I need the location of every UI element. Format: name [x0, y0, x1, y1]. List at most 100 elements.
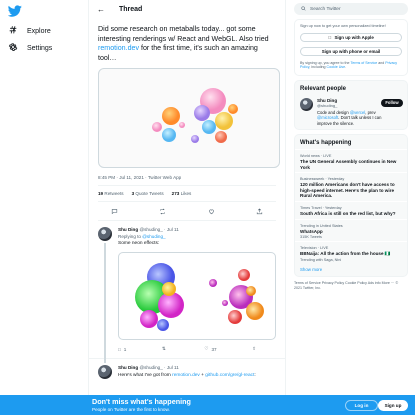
- reply-tweet[interactable]: Shu Ding @shuding_ · Jul 11 Here's what …: [89, 359, 285, 380]
- reply-link[interactable]: github.com/gre/gl-react: [205, 373, 254, 378]
- terms-part: , including: [309, 65, 327, 70]
- main-column: ← Thread Did some research on metaballs …: [88, 0, 286, 395]
- quotes-label: Quote Tweets: [135, 191, 164, 197]
- login-button[interactable]: Log in: [345, 400, 378, 411]
- separator-dot: ·: [164, 227, 166, 233]
- likes-stat[interactable]: 273 Likes: [172, 191, 192, 196]
- likes-count: 273: [171, 191, 180, 197]
- relevant-people-title: Relevant people: [300, 85, 347, 92]
- retweet-icon[interactable]: [159, 202, 166, 220]
- reply-count: 1: [123, 346, 127, 352]
- share-icon[interactable]: [256, 202, 263, 220]
- trend-item[interactable]: Times Travel · Yesterday South Africa is…: [295, 201, 407, 219]
- reply-icon[interactable]: [111, 202, 118, 220]
- reply-tweet[interactable]: Shu Ding @shuding_ · Jul 11 Replying to …: [89, 221, 285, 364]
- reply-date[interactable]: Jul 11: [167, 365, 179, 370]
- reply-author-handle[interactable]: @shuding_: [139, 227, 162, 232]
- heart-icon[interactable]: [208, 202, 215, 220]
- relevant-people-card: Relevant people Shu Ding @shuding_ Code …: [294, 79, 408, 131]
- reply-header: Shu Ding @shuding_ · Jul 11: [118, 227, 276, 232]
- retweet-button[interactable]: ⇅: [162, 346, 169, 352]
- trend-meta: Businessweek · Yesterday: [300, 177, 345, 182]
- separator-dot: ·: [164, 365, 166, 371]
- tweet-text-part: Did some research on metaballs today... …: [98, 25, 269, 43]
- login-prompt-bar: Don't miss what's happening People on Tw…: [0, 395, 415, 415]
- tweet-media-metaballs[interactable]: [98, 68, 280, 169]
- retweets-stat[interactable]: 19 Retweets: [98, 191, 124, 196]
- quotes-stat[interactable]: 3 Quote Tweets: [132, 191, 164, 196]
- signup-prompt: Sign up now to get your own personalized…: [300, 24, 386, 28]
- trend-meta: World news · LIVE: [300, 154, 332, 159]
- retweets-count: 19: [98, 191, 104, 197]
- neon-image-right: [197, 253, 275, 339]
- reply-author-handle[interactable]: @shuding_: [139, 365, 162, 370]
- search-input[interactable]: Search Twitter: [310, 7, 341, 12]
- bio-part: Code and design: [317, 109, 350, 115]
- trend-item[interactable]: Businessweek · Yesterday 120 million Ame…: [295, 172, 407, 201]
- reply-author-name[interactable]: Shu Ding: [118, 227, 138, 232]
- trend-meta: Times Travel · Yesterday: [300, 206, 342, 210]
- replying-to-handle[interactable]: @shuding_: [142, 234, 165, 239]
- cookie-link[interactable]: Cookie Use: [327, 65, 346, 69]
- signup-card: Sign up now to get your own personalized…: [294, 19, 408, 76]
- bio-link[interactable]: @vercel: [350, 110, 365, 115]
- replying-to-prefix: Replying to: [118, 234, 143, 240]
- trend-related: Trending with Saga, Nini: [300, 257, 342, 262]
- trend-item[interactable]: Trending in United States WhatsApp 315K …: [295, 218, 407, 242]
- avatar[interactable]: [98, 227, 112, 242]
- bio-part: , prev: [365, 109, 376, 115]
- whats-happening-title: What's happening: [300, 140, 352, 147]
- tweet-link[interactable]: remotion.dev: [98, 44, 139, 52]
- signup-phone-button[interactable]: Sign up with phone or email: [300, 47, 402, 56]
- terms-part: By signing up, you agree to the: [300, 61, 351, 65]
- avatar[interactable]: [300, 97, 313, 111]
- reply-author-name[interactable]: Shu Ding: [118, 365, 138, 370]
- footer-links[interactable]: Terms of Service Privacy Policy Cookie P…: [294, 281, 406, 291]
- signup-button[interactable]: Sign up: [378, 400, 408, 411]
- right-sidebar: Search Twitter Sign up now to get your o…: [294, 0, 415, 395]
- twitter-bird-icon[interactable]: [7, 4, 22, 18]
- tweet-timestamp[interactable]: 8:45 PM · Jul 11, 2021 · Twitter Web App: [89, 168, 285, 180]
- trend-item[interactable]: Television · LIVE BBNaija: All the actio…: [295, 241, 407, 264]
- signup-apple-label: Sign up with Apple: [332, 35, 373, 40]
- share-icon: ⇧: [252, 346, 256, 352]
- replying-to: Replying to @shuding_: [118, 234, 276, 239]
- reply-text: Some neon effects:: [118, 241, 160, 247]
- reply-media-neon[interactable]: [118, 252, 276, 341]
- bio-link[interactable]: @microsoft: [317, 115, 338, 120]
- reply-button[interactable]: □ 1: [118, 346, 126, 352]
- back-arrow-icon[interactable]: ←: [97, 5, 105, 14]
- thread-connector: [104, 243, 106, 364]
- likes-label: Likes: [180, 191, 192, 197]
- nav-explore[interactable]: Explore: [8, 25, 51, 37]
- reply-text: Here's what I've got from remotion.dev +…: [118, 373, 276, 378]
- signup-phone-label: Sign up with phone or email: [321, 49, 381, 54]
- trend-meta: Television · LIVE: [300, 246, 329, 251]
- person-bio: Code and design @vercel, prev @microsoft…: [317, 110, 385, 126]
- terms-link[interactable]: Terms of Service: [350, 61, 377, 65]
- reply-link[interactable]: remotion.dev: [172, 373, 200, 378]
- reply-date[interactable]: Jul 11: [167, 227, 179, 232]
- quotes-count: 3: [131, 191, 135, 197]
- trend-title: South Africa is still on the red list, b…: [300, 211, 396, 216]
- signup-apple-button[interactable]:  Sign up with Apple: [300, 33, 402, 42]
- heart-icon: ♡: [204, 346, 209, 352]
- search-bar[interactable]: Search Twitter: [294, 3, 408, 15]
- trend-item[interactable]: World news · LIVE The UN General Assembl…: [295, 149, 407, 172]
- tweet-text: Did some research on metaballs today... …: [89, 18, 285, 63]
- relevant-person[interactable]: Shu Ding @shuding_ Code and design @verc…: [295, 95, 407, 129]
- show-more-link[interactable]: Show more: [295, 264, 407, 276]
- avatar[interactable]: [98, 365, 112, 380]
- share-button[interactable]: ⇧: [252, 346, 256, 352]
- nav-settings[interactable]: Settings: [8, 42, 52, 54]
- bottom-bar-headline: Don't miss what's happening: [92, 397, 191, 406]
- trend-title: BBNaija: All the action from the house 🇳…: [300, 251, 391, 257]
- terms-part: .: [345, 65, 347, 70]
- tweet-actions: [89, 202, 285, 220]
- like-button[interactable]: ♡ 37: [204, 346, 216, 352]
- follow-button[interactable]: Follow: [381, 98, 403, 107]
- trend-count: 315K Tweets: [300, 235, 322, 240]
- person-handle[interactable]: @shuding_: [317, 103, 385, 108]
- reply-icon: □: [118, 346, 121, 352]
- left-nav: Explore Settings: [0, 0, 88, 395]
